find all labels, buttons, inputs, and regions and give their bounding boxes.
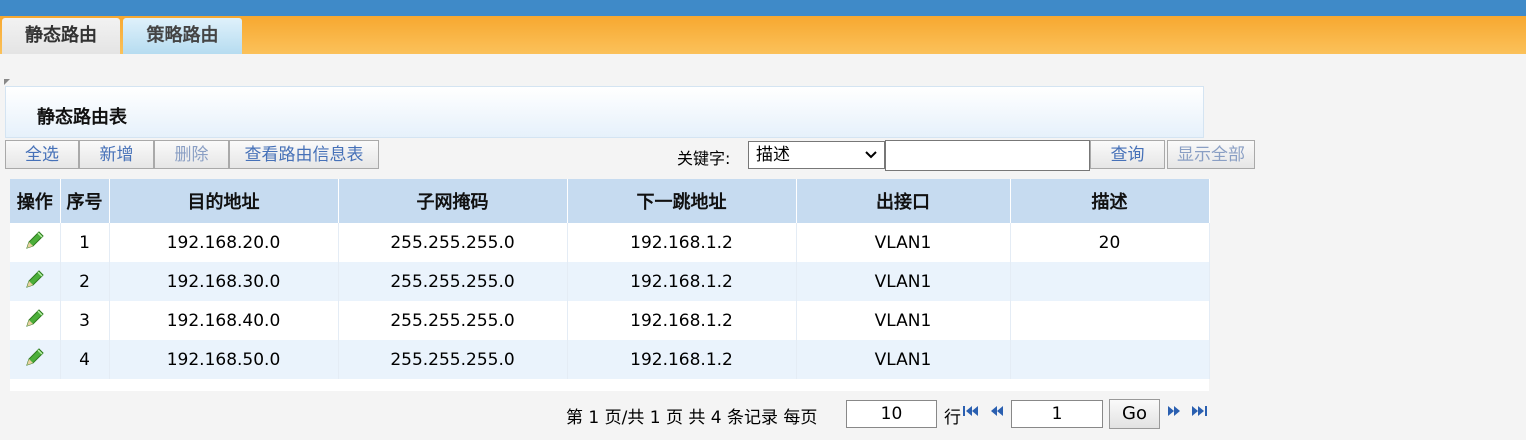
iface-cell: VLAN1 (796, 223, 1011, 262)
panel-header: 静态路由表 (5, 86, 1204, 138)
seq-cell: 1 (60, 223, 110, 262)
edit-cell (10, 262, 61, 301)
tab-policy-route[interactable]: 策略路由 (123, 18, 242, 54)
next-hop-cell: 192.168.1.2 (567, 340, 797, 379)
edit-cell (10, 301, 61, 340)
mask-cell: 255.255.255.0 (338, 301, 568, 340)
next-hop-cell: 192.168.1.2 (567, 223, 797, 262)
desc-cell (1010, 262, 1210, 301)
col-header-action: 操作 (10, 179, 61, 223)
pencil-icon[interactable] (24, 268, 46, 295)
pencil-icon[interactable] (24, 229, 46, 256)
col-header-dest: 目的地址 (109, 179, 339, 223)
next-hop-cell: 192.168.1.2 (567, 301, 797, 340)
table-row: 3 192.168.40.0 255.255.255.0 192.168.1.2… (10, 301, 1210, 340)
col-header-seq: 序号 (60, 179, 110, 223)
pager-summary: 第 1 页/共 1 页 共 4 条记录 每页 (566, 408, 818, 428)
top-bar (0, 0, 1526, 16)
panel-title: 静态路由表 (37, 107, 127, 128)
chevron-down-icon (864, 142, 878, 177)
dest-cell: 192.168.30.0 (109, 262, 339, 301)
iface-cell: VLAN1 (796, 262, 1011, 301)
route-table: 操作 序号 目的地址 子网掩码 下一跳地址 出接口 描述 1 192.168.2… (10, 179, 1210, 391)
rows-unit-label: 行 (944, 408, 961, 428)
dest-cell: 192.168.40.0 (109, 301, 339, 340)
col-header-mask: 子网掩码 (338, 179, 568, 223)
show-all-button[interactable]: 显示全部 (1167, 140, 1255, 169)
desc-cell: 20 (1010, 223, 1210, 262)
mask-cell: 255.255.255.0 (338, 340, 568, 379)
iface-cell: VLAN1 (796, 340, 1011, 379)
next-page-icon[interactable] (1166, 404, 1182, 422)
first-page-icon[interactable] (962, 404, 980, 422)
search-button[interactable]: 查询 (1090, 140, 1165, 169)
last-page-icon[interactable] (1190, 404, 1208, 422)
edit-cell (10, 223, 61, 262)
next-hop-cell: 192.168.1.2 (567, 262, 797, 301)
keyword-label: 关键字: (677, 149, 731, 168)
table-row: 2 192.168.30.0 255.255.255.0 192.168.1.2… (10, 262, 1210, 301)
col-header-desc: 描述 (1010, 179, 1210, 223)
table-header-row: 操作 序号 目的地址 子网掩码 下一跳地址 出接口 描述 (10, 179, 1210, 223)
corner-mark (4, 79, 10, 85)
pencil-icon[interactable] (24, 307, 46, 334)
tab-bar: 静态路由 策略路由 (0, 16, 1526, 54)
desc-cell (1010, 301, 1210, 340)
mask-cell: 255.255.255.0 (338, 223, 568, 262)
seq-cell: 2 (60, 262, 110, 301)
dest-cell: 192.168.50.0 (109, 340, 339, 379)
go-button[interactable]: Go (1109, 399, 1160, 429)
table-row: 1 192.168.20.0 255.255.255.0 192.168.1.2… (10, 223, 1210, 262)
col-header-next-hop: 下一跳地址 (567, 179, 797, 223)
iface-cell: VLAN1 (796, 301, 1011, 340)
table-row: 4 192.168.50.0 255.255.255.0 192.168.1.2… (10, 340, 1210, 379)
keyword-field-value: 描述 (756, 145, 790, 165)
keyword-field-select[interactable]: 描述 (748, 141, 885, 169)
delete-button[interactable]: 删除 (154, 140, 229, 169)
col-header-iface: 出接口 (796, 179, 1011, 223)
seq-cell: 3 (60, 301, 110, 340)
mask-cell: 255.255.255.0 (338, 262, 568, 301)
select-all-button[interactable]: 全选 (5, 140, 79, 169)
pencil-icon[interactable] (24, 346, 46, 373)
desc-cell (1010, 340, 1210, 379)
tab-static-route[interactable]: 静态路由 (2, 18, 120, 54)
keyword-input[interactable] (885, 140, 1090, 171)
per-page-input[interactable]: 10 (846, 400, 937, 428)
page-number-input[interactable]: 1 (1011, 400, 1103, 428)
dest-cell: 192.168.20.0 (109, 223, 339, 262)
edit-cell (10, 340, 61, 379)
prev-page-icon[interactable] (989, 404, 1005, 422)
add-button[interactable]: 新增 (79, 140, 154, 169)
view-route-info-button[interactable]: 查看路由信息表 (229, 140, 379, 169)
seq-cell: 4 (60, 340, 110, 379)
